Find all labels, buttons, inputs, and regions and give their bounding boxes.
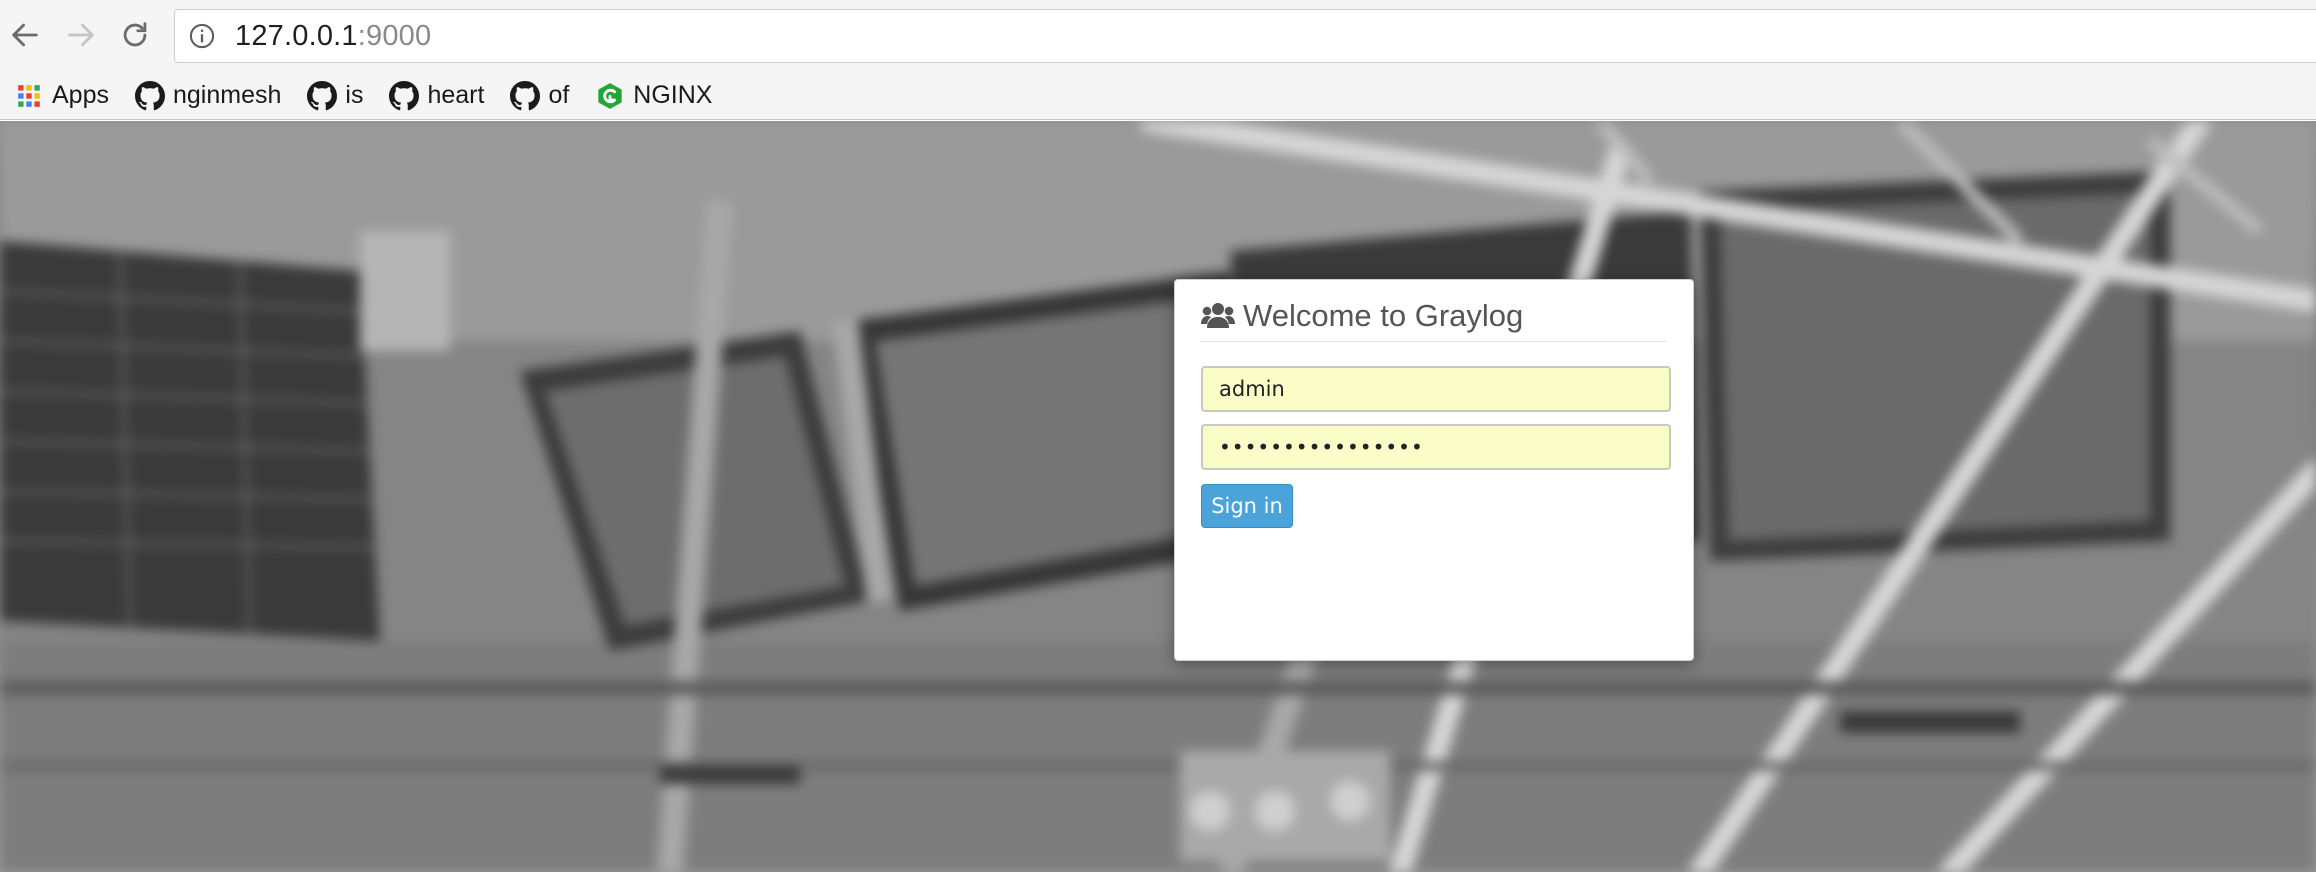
signin-button[interactable]: Sign in: [1201, 484, 1293, 528]
github-icon: [389, 80, 420, 111]
github-icon: [510, 80, 541, 111]
nginx-icon: [595, 81, 625, 111]
username-value: admin: [1219, 377, 1285, 401]
panel-title: Welcome to Graylog: [1243, 297, 1524, 333]
reload-button[interactable]: [112, 12, 158, 58]
reload-icon: [123, 22, 147, 47]
login-panel: Welcome to Graylog admin •••••••••••••••…: [1174, 279, 1694, 661]
address-bar[interactable]: 127.0.0.1:9000: [174, 9, 2316, 63]
bookmark-nginmesh[interactable]: nginmesh: [134, 76, 289, 116]
bookmark-of[interactable]: of: [510, 76, 577, 116]
page-content: Welcome to Graylog admin •••••••••••••••…: [0, 121, 2316, 872]
forward-button[interactable]: [58, 12, 104, 58]
github-icon: [134, 80, 165, 111]
bookmark-label: heart: [427, 81, 485, 109]
password-field[interactable]: ••••••••••••••••: [1201, 424, 1671, 470]
signin-label: Sign in: [1211, 494, 1283, 518]
bookmarks-bar: Apps nginmesh is heart of NGINX: [0, 72, 2316, 120]
username-field[interactable]: admin: [1201, 366, 1671, 412]
browser-toolbar: 127.0.0.1:9000: [0, 0, 2316, 72]
apps-grid-icon: [14, 81, 44, 111]
info-circle-icon[interactable]: [187, 21, 217, 51]
background-image: [0, 121, 2316, 872]
password-value: ••••••••••••••••: [1219, 435, 1424, 459]
bookmark-label: Apps: [52, 81, 109, 109]
url-port: :9000: [357, 19, 432, 52]
bookmark-label: is: [345, 81, 364, 109]
bookmark-apps[interactable]: Apps: [14, 76, 117, 116]
back-button[interactable]: [2, 12, 48, 58]
bookmark-heart[interactable]: heart: [389, 76, 492, 116]
bookmark-is[interactable]: is: [307, 76, 371, 116]
bookmark-label: of: [548, 81, 570, 109]
bookmark-label: NGINX: [633, 81, 713, 109]
url-text: 127.0.0.1:9000: [235, 20, 431, 53]
url-host: 127.0.0.1: [235, 19, 358, 52]
users-icon: [1201, 301, 1235, 331]
login-heading: Welcome to Graylog: [1201, 294, 1667, 342]
github-icon: [307, 80, 338, 111]
bookmark-nginx[interactable]: NGINX: [595, 76, 720, 116]
bookmark-label: nginmesh: [172, 81, 282, 109]
arrow-right-icon: [68, 23, 94, 47]
arrow-left-icon: [12, 23, 38, 47]
